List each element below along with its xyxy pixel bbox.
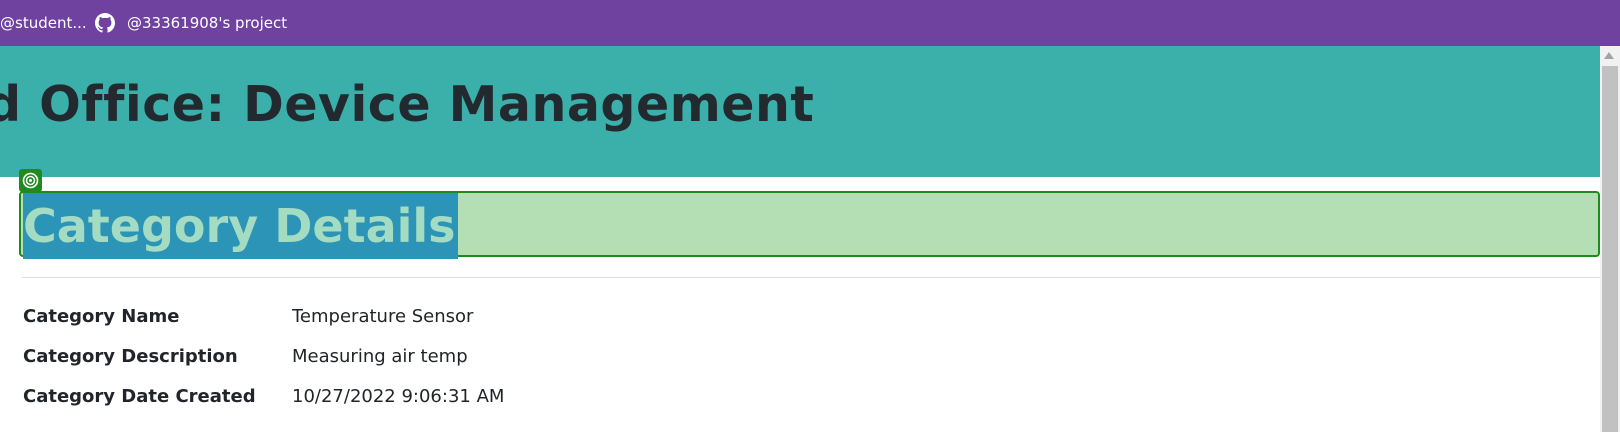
page-header: d Office: Device Management	[0, 46, 1600, 177]
inspect-target-icon[interactable]	[19, 169, 42, 192]
detail-label: Category Date Created	[23, 386, 256, 407]
github-icon[interactable]	[95, 13, 115, 33]
top-navigation-bar: @student... @33361908's project	[0, 0, 1620, 46]
vertical-scrollbar[interactable]	[1600, 46, 1620, 432]
browser-viewport: @student... @33361908's project d Office…	[0, 0, 1620, 432]
divider	[22, 277, 1600, 278]
project-link[interactable]: @33361908's project	[127, 0, 287, 46]
detail-value: Measuring air temp	[292, 346, 468, 367]
scrollbar-thumb[interactable]	[1602, 66, 1618, 432]
user-link[interactable]: @student...	[0, 0, 87, 46]
detail-label: Category Name	[23, 306, 180, 327]
detail-label: Category Description	[23, 346, 238, 367]
app-title: d Office: Device Management	[0, 76, 815, 133]
detail-value: Temperature Sensor	[292, 306, 474, 327]
page-title: Category Details	[23, 193, 458, 259]
scroll-up-arrow-icon[interactable]	[1604, 52, 1614, 59]
detail-value: 10/27/2022 9:06:31 AM	[292, 386, 505, 407]
